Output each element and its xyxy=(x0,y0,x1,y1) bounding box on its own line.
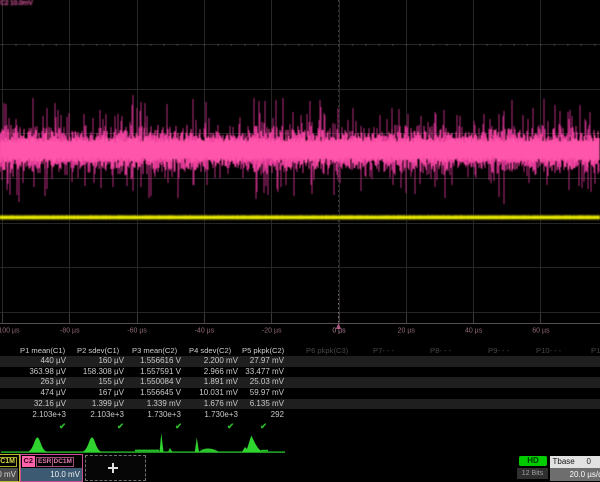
svg-text:-40 µs: -40 µs xyxy=(195,328,215,335)
svg-text:40 µs: 40 µs xyxy=(465,328,483,335)
svg-text:60 µs: 60 µs xyxy=(532,328,550,335)
svg-text:-80 µs: -80 µs xyxy=(60,328,80,335)
svg-text:-60 µs: -60 µs xyxy=(127,328,147,335)
svg-text:-100 µs: -100 µs xyxy=(0,328,20,335)
svg-text:20 µs: 20 µs xyxy=(398,328,416,335)
svg-text:0 µs: 0 µs xyxy=(332,328,346,335)
svg-text:-20 µs: -20 µs xyxy=(262,328,282,335)
